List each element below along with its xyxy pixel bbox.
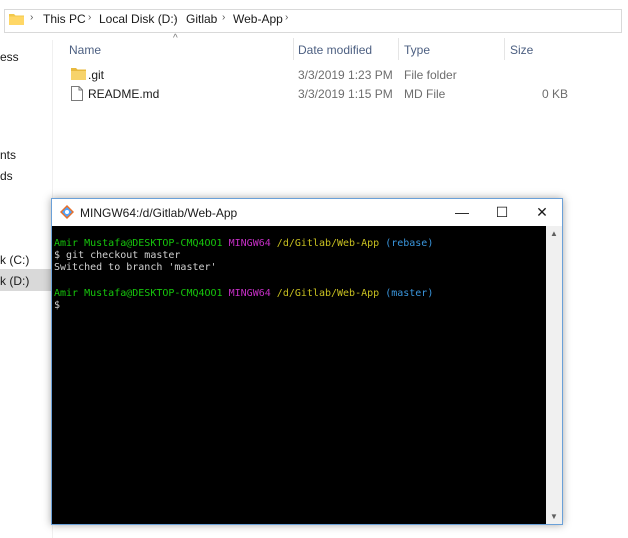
prompt-user: Amir Mustafa@DESKTOP-CMQ4OO1 bbox=[54, 238, 223, 249]
prompt-env: MINGW64 bbox=[228, 288, 271, 299]
column-divider[interactable] bbox=[398, 38, 399, 60]
terminal-title: MINGW64:/d/Gitlab/Web-App bbox=[80, 206, 238, 220]
breadcrumb-local-disk[interactable]: Local Disk (D:) bbox=[99, 12, 178, 26]
prompt-branch: (master) bbox=[385, 288, 434, 299]
prompt-env: MINGW64 bbox=[228, 238, 271, 249]
nav-item-downloads[interactable]: ds bbox=[0, 169, 13, 183]
vertical-scrollbar[interactable]: ▲ ▼ bbox=[546, 226, 562, 524]
file-row[interactable]: .git 3/3/2019 1:23 PM File folder bbox=[64, 66, 620, 85]
folder-icon bbox=[9, 14, 24, 25]
chevron-right-icon[interactable]: › bbox=[88, 12, 91, 23]
prompt-path: /d/Gitlab/Web-App bbox=[276, 238, 380, 249]
prompt-line: Amir Mustafa@DESKTOP-CMQ4OO1 MINGW64 /d/… bbox=[54, 288, 433, 300]
file-row[interactable]: README.md 3/3/2019 1:15 PM MD File 0 KB bbox=[64, 85, 620, 104]
scroll-down-icon[interactable]: ▼ bbox=[550, 512, 558, 521]
address-bar[interactable]: › This PC › Local Disk (D:) › Gitlab › W… bbox=[0, 0, 628, 40]
command-line: $ git checkout master bbox=[54, 250, 181, 261]
column-header-name[interactable]: Name bbox=[69, 43, 101, 57]
folder-icon bbox=[71, 68, 86, 80]
prompt-user: Amir Mustafa@DESKTOP-CMQ4OO1 bbox=[54, 288, 223, 299]
minimize-button[interactable]: — bbox=[442, 199, 482, 226]
file-date: 3/3/2019 1:23 PM bbox=[298, 68, 393, 82]
file-icon bbox=[71, 86, 83, 101]
prompt-path: /d/Gitlab/Web-App bbox=[276, 288, 380, 299]
column-divider[interactable] bbox=[293, 38, 294, 60]
terminal-window[interactable]: MINGW64:/d/Gitlab/Web-App — ☐ ✕ Amir Mus… bbox=[51, 198, 563, 525]
file-date: 3/3/2019 1:15 PM bbox=[298, 87, 393, 101]
file-type: File folder bbox=[404, 68, 457, 82]
column-header-size[interactable]: Size bbox=[510, 43, 533, 57]
nav-item-documents[interactable]: nts bbox=[0, 148, 16, 162]
git-bash-icon bbox=[60, 205, 74, 219]
nav-item-quick-access[interactable]: ess bbox=[0, 50, 19, 64]
prompt-line: Amir Mustafa@DESKTOP-CMQ4OO1 MINGW64 /d/… bbox=[54, 238, 433, 250]
close-button[interactable]: ✕ bbox=[522, 199, 562, 226]
file-size: 0 KB bbox=[541, 87, 568, 101]
output-line: Switched to branch 'master' bbox=[54, 262, 217, 273]
column-header-date[interactable]: Date modified bbox=[298, 43, 372, 57]
file-type: MD File bbox=[404, 87, 446, 101]
column-header-type[interactable]: Type bbox=[404, 43, 430, 57]
chevron-right-icon[interactable]: › bbox=[30, 12, 33, 23]
chevron-right-icon[interactable]: › bbox=[174, 12, 177, 23]
nav-item-disk-c[interactable]: k (C:) bbox=[0, 253, 29, 267]
breadcrumb-web-app[interactable]: Web-App bbox=[233, 12, 283, 26]
scroll-up-icon[interactable]: ▲ bbox=[550, 229, 558, 238]
file-name[interactable]: .git bbox=[88, 68, 104, 82]
breadcrumb-this-pc[interactable]: This PC bbox=[43, 12, 86, 26]
column-divider[interactable] bbox=[504, 38, 505, 60]
file-name[interactable]: README.md bbox=[88, 87, 159, 101]
breadcrumb-gitlab[interactable]: Gitlab bbox=[186, 12, 217, 26]
chevron-right-icon[interactable]: › bbox=[285, 12, 288, 23]
chevron-right-icon[interactable]: › bbox=[222, 12, 225, 23]
nav-item-disk-d[interactable]: k (D:) bbox=[0, 274, 29, 288]
maximize-button[interactable]: ☐ bbox=[482, 199, 522, 226]
input-line[interactable]: $ bbox=[54, 300, 60, 312]
terminal-titlebar[interactable]: MINGW64:/d/Gitlab/Web-App — ☐ ✕ bbox=[52, 199, 562, 226]
address-box[interactable] bbox=[4, 9, 622, 33]
prompt-branch: (rebase) bbox=[385, 238, 434, 249]
navigation-pane: ess nts ds k (C:) k (D:) bbox=[0, 40, 53, 538]
sort-ascending-icon: ^ bbox=[173, 33, 178, 44]
terminal-console[interactable]: Amir Mustafa@DESKTOP-CMQ4OO1 MINGW64 /d/… bbox=[52, 226, 546, 524]
